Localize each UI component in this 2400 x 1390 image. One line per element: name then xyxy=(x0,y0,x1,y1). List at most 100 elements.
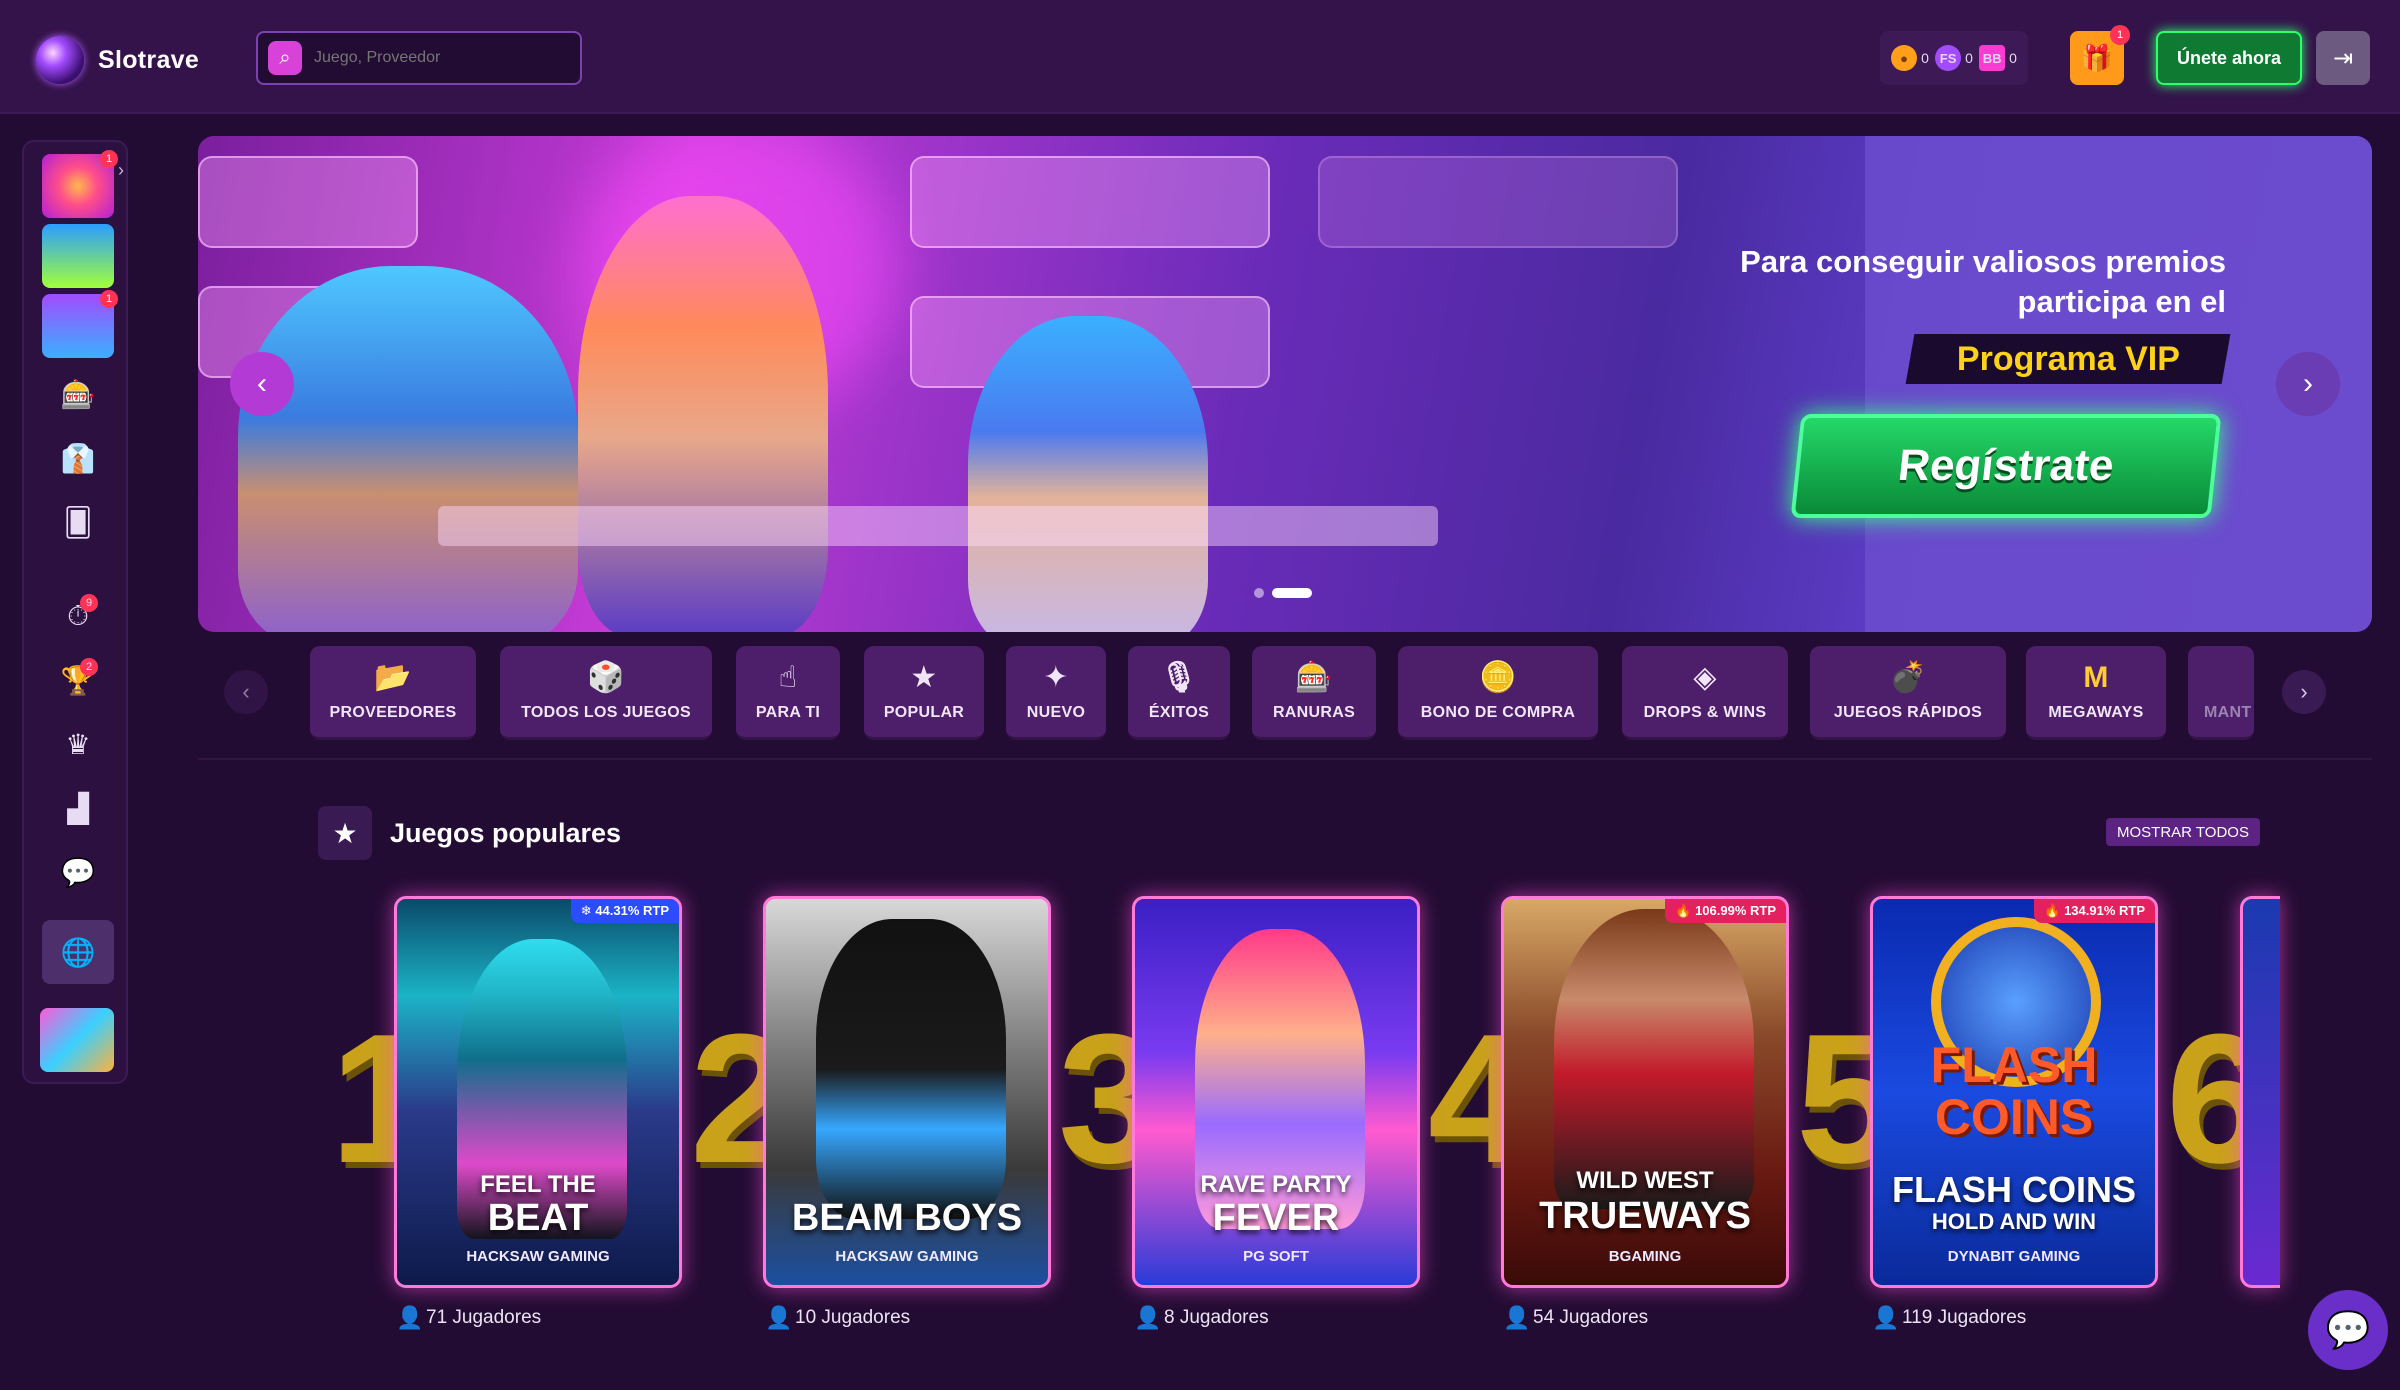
sidebar-timer-icon[interactable]: ⏱ 9 xyxy=(58,594,98,636)
login-button[interactable]: ⇥ xyxy=(2316,31,2370,85)
sidebar-expand-icon[interactable]: › xyxy=(118,160,138,180)
banner-next-button[interactable]: › xyxy=(2276,352,2340,416)
game-art xyxy=(816,919,1006,1219)
rank-number: 6 xyxy=(2166,1006,2246,1190)
game-title: FLASH COINS xyxy=(1891,1169,2136,1210)
sidebar-crown-icon[interactable]: ♛ xyxy=(58,724,98,764)
game-card[interactable]: RAVE PARTY FEVER PG SOFT xyxy=(1132,896,1420,1288)
hero-banner[interactable]: Para conseguir valiosos premios particip… xyxy=(198,136,2372,632)
category-para-ti[interactable]: ☝ PARA TI xyxy=(736,646,840,740)
divider xyxy=(198,758,2372,760)
category-bar: ‹ 📂 PROVEEDORES 🎲 TODOS LOS JUEGOS ☝ PARA T… xyxy=(198,646,2372,740)
person-icon: 👤 xyxy=(1134,1305,1162,1330)
category-popular[interactable]: ★ POPULAR xyxy=(864,646,984,740)
banner-pagination xyxy=(1254,588,1312,598)
game-card[interactable] xyxy=(2240,896,2280,1288)
sidebar-chest-game[interactable]: 1 xyxy=(42,290,118,358)
cut-off-icon xyxy=(2204,662,2213,694)
rtp-badge: 🔥 134.91% RTP xyxy=(2034,899,2155,923)
sidebar-wheel-game[interactable]: 1 xyxy=(42,150,118,218)
sidebar-support-icon[interactable]: 💬 xyxy=(58,852,98,892)
player-count: 👤 119 Jugadores xyxy=(1872,1305,2027,1330)
sparkle-icon: ✦ xyxy=(1043,660,1069,694)
player-count: 👤 8 Jugadores xyxy=(1134,1305,1269,1330)
chat-button[interactable]: 💬 xyxy=(2308,1290,2388,1370)
notification-badge: 9 xyxy=(80,594,98,612)
join-button[interactable]: Únete ahora xyxy=(2156,31,2302,85)
microphone-icon: 🎙 xyxy=(1159,660,1199,694)
game-card[interactable]: BEAM BOYS HACKSAW GAMING xyxy=(763,896,1051,1288)
sidebar-cards-icon[interactable]: 🂠 xyxy=(58,502,98,542)
search-box[interactable]: ⌕ xyxy=(256,31,582,85)
game-provider: PG SOFT xyxy=(1243,1248,1309,1265)
banner-art xyxy=(910,156,1270,248)
category-prev-button[interactable]: ‹ xyxy=(224,670,268,714)
player-count: 👤 71 Jugadores xyxy=(396,1305,542,1330)
game-title: BEAT xyxy=(487,1197,589,1239)
chevron-left-icon: ‹ xyxy=(257,367,267,400)
sidebar-slot-icon[interactable]: 🎰 xyxy=(58,374,98,414)
category-proveedores[interactable]: 📂 PROVEEDORES xyxy=(310,646,476,740)
fs-coin-icon: FS xyxy=(1935,45,1962,71)
logo[interactable]: Slotrave xyxy=(36,36,199,84)
banner-art xyxy=(968,316,1208,632)
person-icon: 👤 xyxy=(1503,1305,1531,1330)
logo-text: Slotrave xyxy=(98,45,200,74)
gift-button[interactable]: 🎁 1 xyxy=(2070,25,2130,85)
pagination-dot[interactable] xyxy=(1254,588,1264,598)
game-card[interactable]: 🔥 106.99% RTP WILD WEST TRUEWAYS BGAMING xyxy=(1501,896,1789,1288)
slot-machine-icon: 🎰 xyxy=(1295,660,1333,694)
star-icon: ★ xyxy=(910,660,938,694)
category-exitos[interactable]: 🎙 ÉXITOS xyxy=(1128,646,1230,740)
notification-badge: 1 xyxy=(100,290,118,308)
balance-box[interactable]: ● 0 FS 0 BB 0 xyxy=(1880,31,2028,85)
section-title: Juegos populares xyxy=(390,817,622,848)
category-nuevo[interactable]: ✦ NUEVO xyxy=(1006,646,1106,740)
logo-icon xyxy=(36,36,84,84)
vip-label: Programa VIP xyxy=(1905,334,2231,384)
chevron-right-icon: › xyxy=(2303,367,2313,400)
sidebar-shirt-icon[interactable]: 👔 xyxy=(58,438,98,478)
banner-prev-button[interactable]: ‹ xyxy=(230,352,294,416)
sidebar-cocktail-game[interactable] xyxy=(42,224,114,288)
category-mant[interactable]: MANT xyxy=(2188,646,2254,740)
game-title: BEAM BOYS xyxy=(791,1197,1023,1239)
game-art: FLASH COINS xyxy=(1930,1037,2098,1145)
gold-coin-icon: ● xyxy=(1891,45,1918,71)
sidebar-leaderboard-icon[interactable]: ▟ xyxy=(58,788,98,828)
category-juegos-rapidos[interactable]: 💣 JUEGOS RÁPIDOS xyxy=(1810,646,2006,740)
sidebar-promo-thumbnail[interactable] xyxy=(40,1008,114,1072)
banner-art xyxy=(1318,156,1678,248)
game-provider: HACKSAW GAMING xyxy=(466,1248,610,1265)
player-count: 👤 54 Jugadores xyxy=(1503,1305,1649,1330)
fs-balance: FS 0 xyxy=(1935,45,1973,71)
person-icon: 👤 xyxy=(396,1305,424,1330)
notification-badge: 1 xyxy=(100,150,118,168)
game-card[interactable]: ❄ 44.31% RTP FEEL THE BEAT HACKSAW GAMIN… xyxy=(394,896,682,1288)
show-all-button[interactable]: MOSTRAR TODOS xyxy=(2106,818,2260,846)
category-next-button[interactable]: › xyxy=(2282,670,2326,714)
category-ranuras[interactable]: 🎰 RANURAS xyxy=(1252,646,1376,740)
sidebar-trophy-icon[interactable]: 🏆 2 xyxy=(58,658,98,700)
category-drops-wins[interactable]: ◈ DROPS & WINS xyxy=(1622,646,1788,740)
game-title: FEVER xyxy=(1212,1197,1340,1239)
category-megaways[interactable]: M MEGAWAYS xyxy=(2026,646,2166,740)
megaways-icon: M xyxy=(2083,660,2109,694)
category-bono-de-compra[interactable]: 🪙 BONO DE COMPRA xyxy=(1398,646,1598,740)
chat-icon: 💬 xyxy=(2325,1309,2371,1350)
banner-art xyxy=(238,266,578,632)
drops-wins-icon: ◈ xyxy=(1693,660,1717,694)
banner-art xyxy=(438,506,1438,546)
chevron-left-icon: ‹ xyxy=(242,679,250,704)
pagination-dot-active[interactable] xyxy=(1272,588,1312,598)
game-provider: BGAMING xyxy=(1608,1248,1682,1265)
search-input[interactable] xyxy=(314,49,554,67)
search-icon: ⌕ xyxy=(268,41,302,75)
register-button[interactable]: Regístrate xyxy=(1790,414,2222,518)
category-todos-los-juegos[interactable]: 🎲 TODOS LOS JUEGOS xyxy=(500,646,712,740)
language-button[interactable]: 🌐 xyxy=(42,920,114,984)
notification-badge: 2 xyxy=(80,658,98,676)
game-title: WILD WEST xyxy=(1576,1167,1714,1194)
game-card[interactable]: FLASH COINS 🔥 134.91% RTP FLASH COINS HOL… xyxy=(1870,896,2158,1288)
gift-icon: 🎁 xyxy=(2080,42,2114,73)
